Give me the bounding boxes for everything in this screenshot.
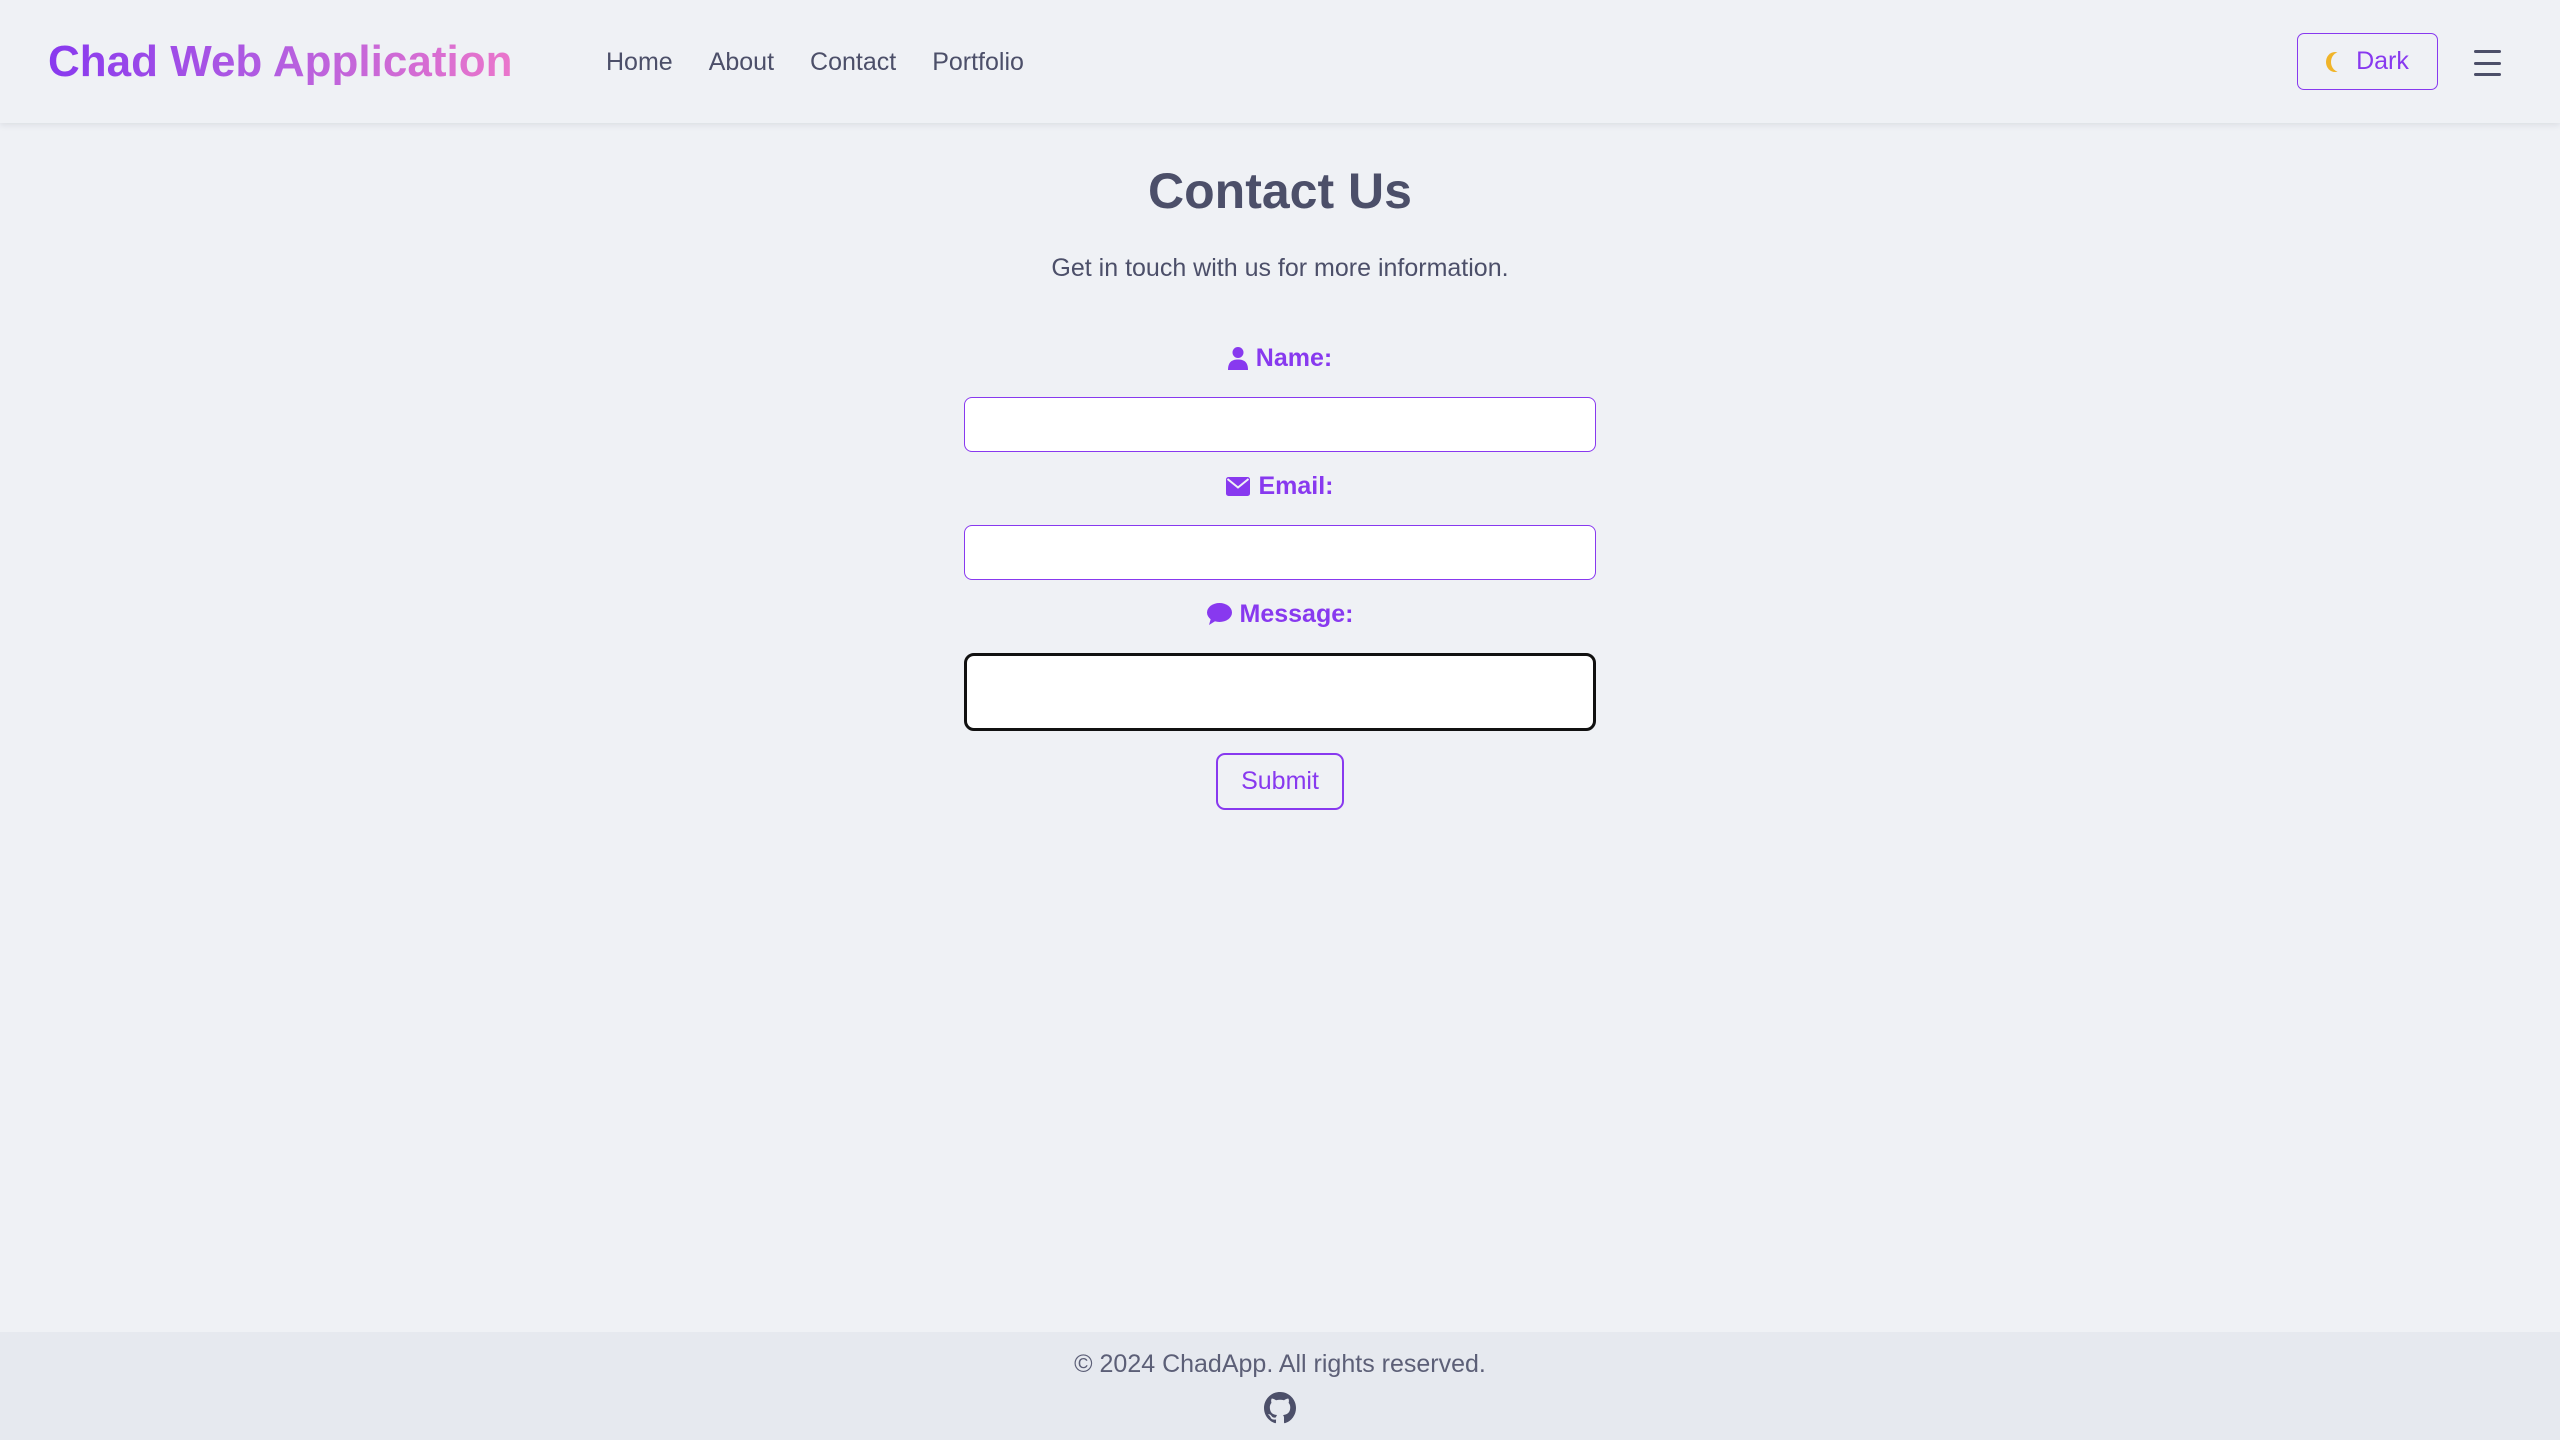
hamburger-menu-icon[interactable]: [2474, 50, 2501, 76]
email-input[interactable]: [964, 525, 1596, 580]
message-label: Message:: [0, 598, 2560, 630]
comment-icon: [1206, 603, 1232, 625]
copyright-text: © 2024 ChadApp. All rights reserved.: [1074, 1350, 1486, 1378]
submit-button[interactable]: Submit: [1216, 753, 1344, 810]
name-label-text: Name:: [1255, 344, 1333, 372]
brand-logo-text[interactable]: Chad Web Application: [48, 32, 512, 92]
name-input[interactable]: [964, 397, 1596, 452]
nav-link-home[interactable]: Home: [606, 44, 673, 80]
menu-bar: [2474, 50, 2501, 53]
message-label-text: Message:: [1239, 600, 1354, 628]
main-content: Contact Us Get in touch with us for more…: [0, 123, 2560, 1332]
message-textarea[interactable]: [964, 653, 1596, 731]
moon-icon: [2331, 52, 2349, 72]
nav-link-portfolio[interactable]: Portfolio: [932, 44, 1024, 80]
site-footer: © 2024 ChadApp. All rights reserved.: [0, 1332, 2560, 1440]
name-label: Name:: [0, 342, 2560, 374]
nav-link-about[interactable]: About: [709, 44, 774, 80]
menu-bar: [2474, 61, 2501, 65]
theme-toggle-button[interactable]: Dark: [2297, 33, 2438, 90]
site-header: Chad Web Application Home About Contact …: [0, 0, 2560, 123]
menu-bar: [2474, 73, 2501, 76]
theme-toggle-label: Dark: [2356, 47, 2409, 75]
github-icon[interactable]: [1264, 1392, 1296, 1424]
email-label-text: Email:: [1258, 472, 1334, 500]
user-icon: [1227, 347, 1248, 370]
main-nav: Home About Contact Portfolio: [606, 44, 1024, 80]
page-title: Contact Us: [1148, 163, 1412, 219]
page-subtitle: Get in touch with us for more informatio…: [1051, 254, 1509, 282]
nav-link-contact[interactable]: Contact: [810, 44, 896, 80]
email-label: Email:: [0, 470, 2560, 502]
envelope-icon: [1226, 476, 1251, 496]
